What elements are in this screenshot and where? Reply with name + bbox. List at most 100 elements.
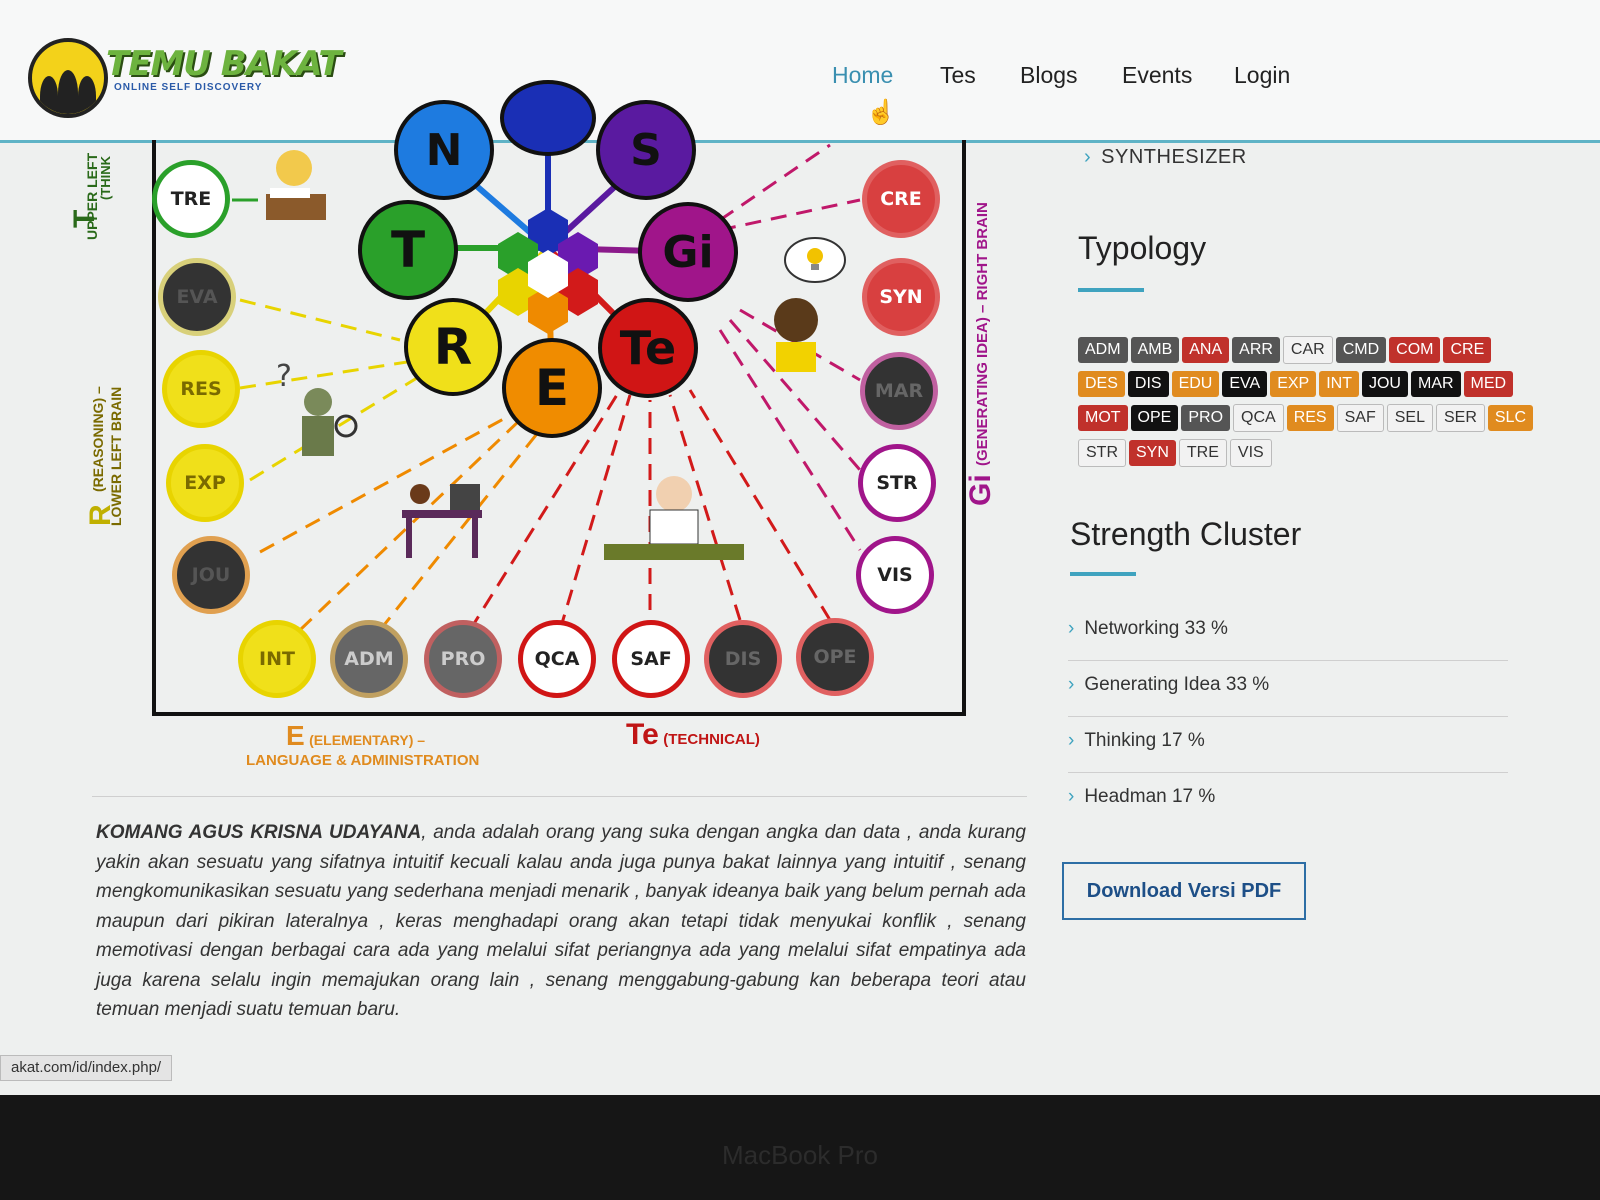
circle-res: RES bbox=[162, 350, 240, 428]
office-worker-illustration bbox=[392, 480, 492, 570]
chevron-right-icon: › bbox=[1068, 618, 1075, 639]
circle-saf: SAF bbox=[612, 620, 690, 698]
circle-pro: PRO bbox=[424, 620, 502, 698]
divider bbox=[92, 796, 1027, 797]
ideas-person-illustration bbox=[766, 290, 826, 374]
typology-underline bbox=[1078, 288, 1144, 292]
typology-title: Typology bbox=[1078, 230, 1207, 266]
label-te: Te (TECHNICAL) bbox=[626, 718, 760, 751]
circle-str: STR bbox=[858, 444, 936, 522]
logo-icon[interactable] bbox=[28, 38, 108, 118]
circle-tre: TRE bbox=[152, 160, 230, 238]
nav-events[interactable]: Events bbox=[1122, 62, 1192, 89]
hand-cursor-icon: ☝ bbox=[866, 99, 896, 126]
circle-e: E bbox=[502, 338, 602, 438]
description-text: , anda adalah orang yang suka dengan ang… bbox=[96, 822, 1026, 1020]
label-t: T (THINK UPPER LEFT bbox=[68, 152, 113, 240]
circle-exp: EXP bbox=[166, 444, 244, 522]
typology-tag[interactable]: COM bbox=[1389, 337, 1441, 363]
typology-tag[interactable]: TRE bbox=[1178, 439, 1227, 467]
circle-int: INT bbox=[238, 620, 316, 698]
typology-tag[interactable]: OPE bbox=[1130, 405, 1179, 431]
technician-illustration bbox=[604, 470, 744, 562]
circle-cre: CRE bbox=[862, 160, 940, 238]
detective-illustration: ? bbox=[272, 356, 364, 476]
chevron-right-icon: › bbox=[1084, 146, 1092, 168]
site-header: TEMU BAKAT ONLINE SELF DISCOVERY Home Te… bbox=[0, 0, 1600, 143]
strength-cluster-title: Strength Cluster bbox=[1070, 516, 1302, 552]
chevron-right-icon: › bbox=[1068, 786, 1075, 807]
result-description: KOMANG AGUS KRISNA UDAYANA, anda adalah … bbox=[96, 818, 1026, 1025]
circle-jou: JOU bbox=[172, 536, 250, 614]
circle-r: R bbox=[404, 298, 502, 396]
typology-tag[interactable]: CAR bbox=[1282, 336, 1333, 364]
strength-cluster-underline bbox=[1070, 572, 1136, 576]
nav-tes[interactable]: Tes bbox=[940, 62, 976, 89]
logo-title[interactable]: TEMU BAKAT bbox=[106, 44, 342, 84]
nav-blogs[interactable]: Blogs bbox=[1020, 62, 1078, 89]
typology-tag[interactable]: AMB bbox=[1130, 337, 1180, 363]
typology-tag[interactable]: QCA bbox=[1233, 404, 1284, 432]
svg-text:?: ? bbox=[276, 359, 292, 394]
typology-tag[interactable]: ANA bbox=[1182, 337, 1230, 363]
label-gi: Gi (GENERATING IDEA) – RIGHT BRAIN bbox=[964, 202, 997, 506]
cluster-item[interactable]: › Networking 33 % bbox=[1068, 604, 1508, 661]
circle-s: S bbox=[596, 100, 696, 200]
typology-tag[interactable]: INT bbox=[1319, 371, 1359, 397]
circle-mar: MAR bbox=[860, 352, 938, 430]
typology-tag[interactable]: EXP bbox=[1270, 371, 1317, 397]
thinker-illustration bbox=[256, 144, 328, 234]
lightbulb-icon bbox=[782, 236, 848, 286]
typology-tags: ADM AMB ANA ARR CAR CMD COM CRE DES DIS EDU EVA EXP I… bbox=[1078, 336, 1548, 474]
label-r: R (REASONING) – LOWER LEFT BRAIN bbox=[84, 386, 124, 526]
download-pdf-button[interactable]: Download Versi PDF bbox=[1062, 862, 1306, 920]
typology-tag[interactable]: SER bbox=[1435, 404, 1485, 432]
logo-subtitle: ONLINE SELF DISCOVERY bbox=[114, 82, 263, 93]
typology-tag[interactable]: SAF bbox=[1336, 404, 1384, 432]
circle-gi: Gi bbox=[638, 202, 738, 302]
nav-login[interactable]: Login bbox=[1234, 62, 1290, 89]
circle-top bbox=[500, 80, 596, 156]
circle-t: T bbox=[358, 200, 458, 300]
chevron-right-icon: › bbox=[1068, 730, 1075, 751]
browser-screen: TEMU BAKAT ONLINE SELF DISCOVERY Home Te… bbox=[0, 0, 1600, 1095]
typology-tag[interactable]: SEL bbox=[1386, 404, 1433, 432]
circle-eva: EVA bbox=[158, 258, 236, 336]
typology-tag[interactable]: MOT bbox=[1078, 405, 1128, 431]
typology-tag[interactable]: MAR bbox=[1410, 371, 1461, 397]
circle-syn: SYN bbox=[862, 258, 940, 336]
typology-tag[interactable]: SYN bbox=[1129, 440, 1176, 466]
chevron-right-icon: › bbox=[1068, 674, 1075, 695]
circle-te: Te bbox=[598, 298, 698, 398]
typology-tag[interactable]: CRE bbox=[1443, 337, 1492, 363]
status-url: akat.com/id/index.php/ bbox=[0, 1055, 173, 1081]
typology-tag[interactable]: VIS bbox=[1229, 439, 1272, 467]
typology-tag[interactable]: CMD bbox=[1335, 337, 1387, 363]
circle-adm: ADM bbox=[330, 620, 408, 698]
cluster-item[interactable]: › Headman 17 % bbox=[1068, 772, 1508, 828]
typology-tag[interactable]: STR bbox=[1078, 439, 1126, 467]
typology-tag[interactable]: MED bbox=[1463, 371, 1514, 397]
circle-vis: VIS bbox=[856, 536, 934, 614]
typology-tag[interactable]: DIS bbox=[1127, 371, 1169, 397]
typology-tag[interactable]: ADM bbox=[1078, 337, 1128, 363]
typology-tag[interactable]: EDU bbox=[1171, 371, 1220, 397]
circle-n: N bbox=[394, 100, 494, 200]
typology-tag[interactable]: ARR bbox=[1232, 337, 1280, 363]
cluster-item[interactable]: › Generating Idea 33 % bbox=[1068, 660, 1508, 717]
circle-dis: DIS bbox=[704, 620, 782, 698]
typology-tag[interactable]: EVA bbox=[1222, 371, 1268, 397]
circle-qca: QCA bbox=[518, 620, 596, 698]
typology-tag[interactable]: SLC bbox=[1487, 405, 1533, 431]
typology-diagram: N S T Gi R Te E TRE EVA RES EXP JOU INT … bbox=[0, 80, 1060, 800]
typology-tag[interactable]: JOU bbox=[1361, 371, 1408, 397]
nav-home[interactable]: Home bbox=[832, 62, 893, 89]
bezel-label: MacBook Pro bbox=[721, 1140, 879, 1170]
cluster-item[interactable]: › Thinking 17 % bbox=[1068, 716, 1508, 773]
typology-tag[interactable]: PRO bbox=[1181, 405, 1231, 431]
label-e: E (ELEMENTARY) – LANGUAGE & ADMINISTRATI… bbox=[246, 720, 480, 769]
typology-tag[interactable]: RES bbox=[1286, 405, 1334, 431]
typology-tag[interactable]: DES bbox=[1078, 371, 1125, 397]
synthesizer-link[interactable]: › SYNTHESIZER bbox=[1084, 146, 1247, 169]
person-name: KOMANG AGUS KRISNA UDAYANA bbox=[96, 822, 422, 843]
